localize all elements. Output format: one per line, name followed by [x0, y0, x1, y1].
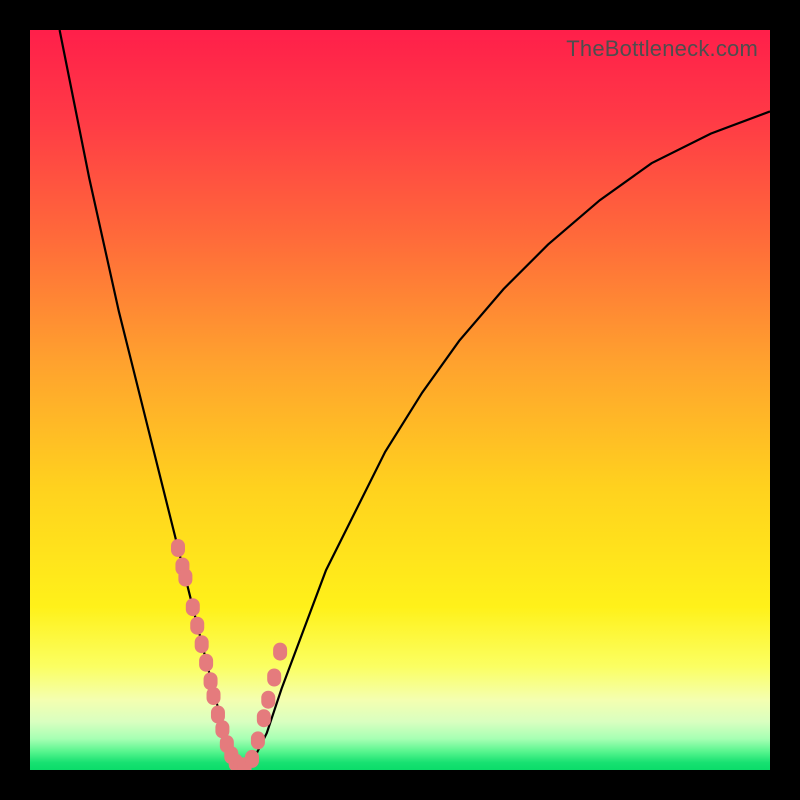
- chart-svg: [30, 30, 770, 770]
- marker-point: [190, 617, 204, 635]
- marker-point: [267, 669, 281, 687]
- marker-point: [171, 539, 185, 557]
- watermark-text: TheBottleneck.com: [566, 36, 758, 62]
- marker-point: [261, 691, 275, 709]
- plot-area: TheBottleneck.com: [30, 30, 770, 770]
- marker-point: [178, 569, 192, 587]
- marker-point: [199, 654, 213, 672]
- marker-point: [273, 643, 287, 661]
- marker-point: [251, 731, 265, 749]
- marker-point: [195, 635, 209, 653]
- marker-point: [186, 598, 200, 616]
- marker-point: [207, 687, 221, 705]
- highlight-markers: [171, 539, 287, 770]
- bottleneck-curve: [60, 30, 770, 770]
- marker-point: [257, 709, 271, 727]
- outer-frame: TheBottleneck.com: [0, 0, 800, 800]
- marker-point: [245, 750, 259, 768]
